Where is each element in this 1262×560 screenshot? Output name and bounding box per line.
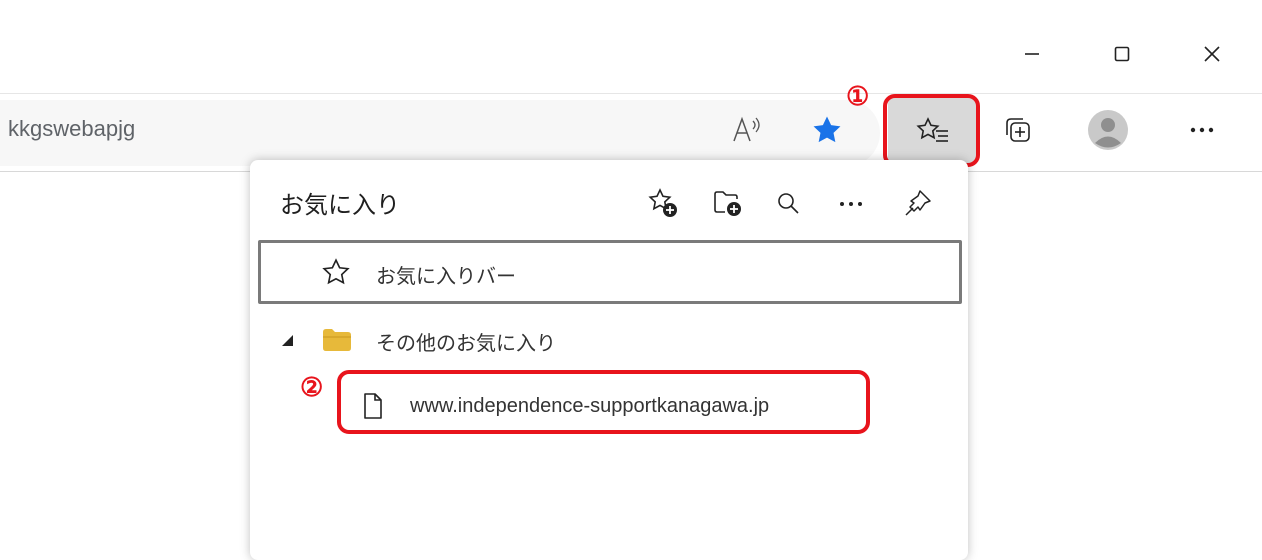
minimize-button[interactable] (1012, 38, 1052, 70)
avatar-icon (1088, 110, 1128, 150)
favorites-bar-row[interactable] (258, 240, 962, 304)
favorites-panel (250, 160, 968, 560)
step2-label: ② (300, 373, 324, 403)
collections-button[interactable] (1000, 112, 1036, 148)
collapse-arrow[interactable] (278, 331, 296, 349)
favorite-star-button[interactable] (806, 110, 848, 150)
ellipsis-icon (840, 202, 862, 206)
read-aloud-button[interactable] (728, 112, 768, 148)
maximize-button[interactable] (1102, 38, 1142, 70)
add-folder-icon (714, 191, 741, 216)
favorites-panel-title: お気に入り (280, 192, 400, 219)
search-icon (778, 193, 799, 214)
favorites-bar-star (318, 255, 354, 289)
more-button[interactable] (1180, 112, 1224, 148)
profile-button[interactable] (1086, 108, 1130, 152)
collections-icon (1006, 118, 1030, 142)
other-favorites-label: その他のお気に入り (376, 333, 556, 355)
favorites-bar-label: お気に入りバー (376, 266, 516, 288)
step1-label: ① (846, 82, 870, 112)
read-aloud-icon (733, 116, 760, 142)
close-button[interactable] (1192, 38, 1232, 70)
ellipsis-icon (1190, 127, 1214, 133)
step2-highlight (337, 370, 870, 434)
step1-highlight (883, 94, 980, 167)
pin-icon (905, 190, 931, 216)
minimize-icon (1025, 53, 1039, 55)
panel-more-button[interactable] (834, 192, 868, 216)
titlebar-divider (0, 93, 1262, 94)
search-button[interactable] (772, 187, 804, 219)
address-url-text: kkgswebapjg (8, 116, 136, 141)
folder-other (318, 322, 356, 356)
star-filled-icon (813, 116, 841, 143)
pin-panel-button[interactable] (898, 186, 938, 220)
close-icon (1204, 46, 1220, 62)
add-folder-button[interactable] (710, 185, 746, 221)
add-favorite-icon (648, 188, 677, 217)
folder-icon (323, 329, 351, 351)
star-outline-icon (322, 258, 350, 285)
triangle-down-icon (282, 335, 293, 346)
maximize-icon (1114, 46, 1130, 62)
add-favorite-button[interactable] (645, 185, 681, 221)
